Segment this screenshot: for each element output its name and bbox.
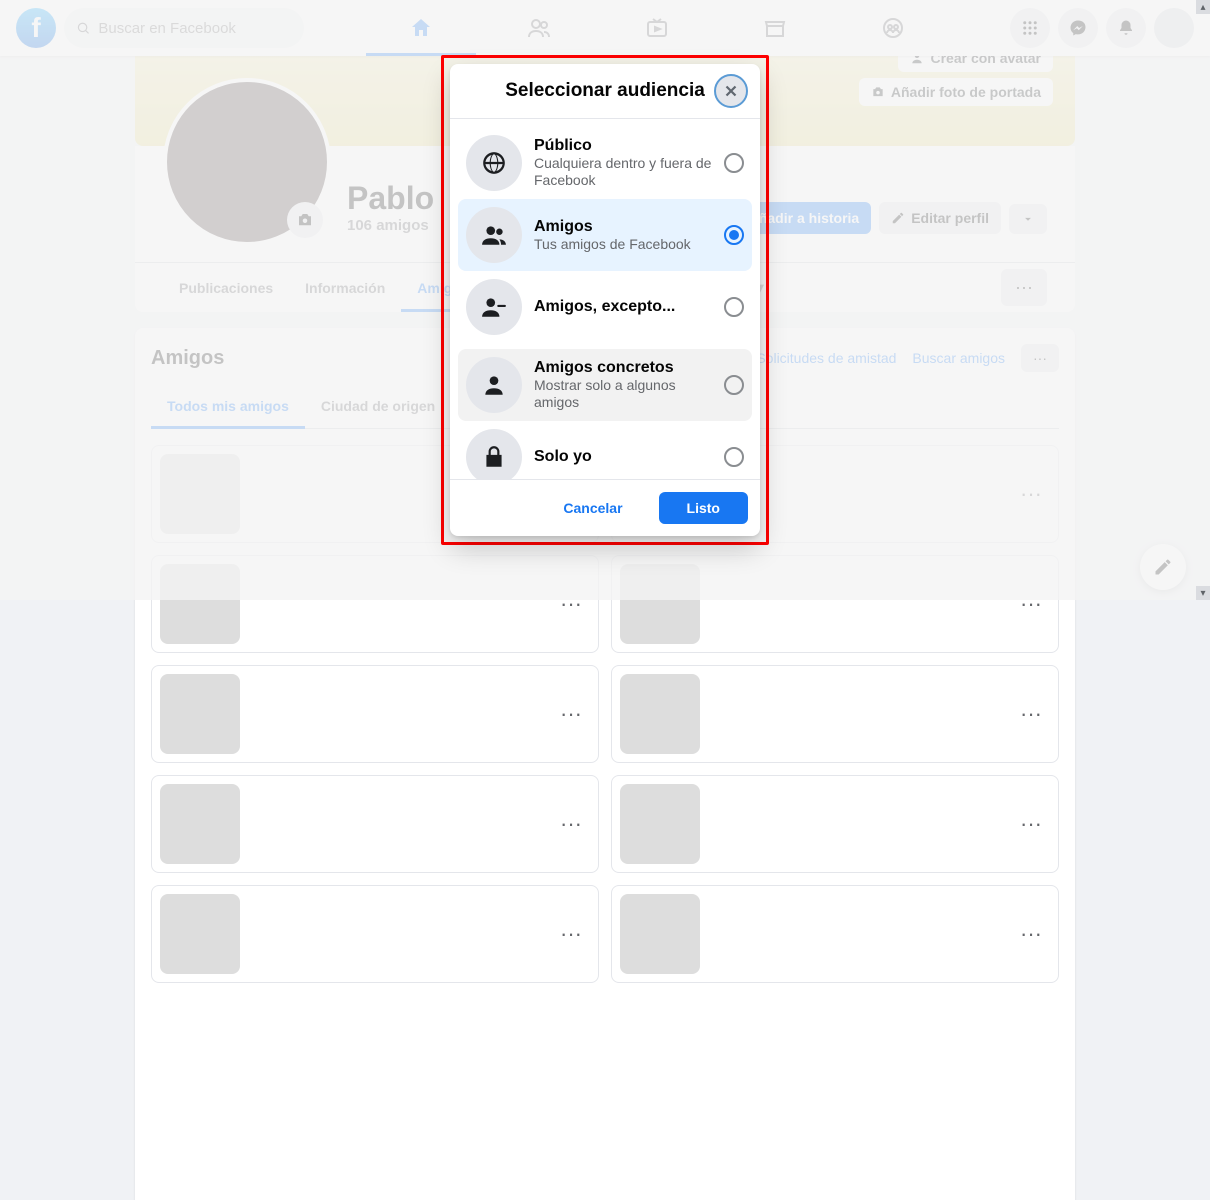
friends-except-icon — [466, 279, 522, 335]
modal-wrap: Seleccionar audiencia Público Cualquiera… — [441, 55, 769, 545]
close-icon — [722, 82, 740, 100]
option-sub: Tus amigos de Facebook — [534, 236, 712, 253]
friend-thumb — [620, 894, 700, 974]
close-button[interactable] — [714, 74, 748, 108]
option-title: Amigos concretos — [534, 359, 712, 377]
modal-header: Seleccionar audiencia — [450, 64, 760, 119]
option-title: Amigos — [534, 218, 712, 236]
friend-item[interactable]: ··· — [151, 885, 599, 983]
scroll-up-arrow[interactable]: ▴ — [1196, 0, 1210, 14]
option-title: Público — [534, 137, 712, 155]
friend-item[interactable]: ··· — [611, 885, 1059, 983]
friend-thumb — [160, 784, 240, 864]
friends-icon — [466, 207, 522, 263]
audience-option-only-me[interactable]: Solo yo — [458, 421, 752, 479]
globe-icon — [466, 135, 522, 191]
audience-option-specific[interactable]: Amigos concretos Mostrar solo a algunos … — [458, 349, 752, 421]
audience-text: Amigos concretos Mostrar solo a algunos … — [534, 359, 712, 411]
modal-body: Público Cualquiera dentro y fuera de Fac… — [450, 119, 760, 479]
radio[interactable] — [724, 375, 744, 395]
radio[interactable] — [724, 225, 744, 245]
radio[interactable] — [724, 297, 744, 317]
option-sub: Mostrar solo a algunos amigos — [534, 377, 712, 411]
friend-more-button[interactable]: ··· — [1012, 811, 1050, 837]
option-sub: Cualquiera dentro y fuera de Facebook — [534, 155, 712, 189]
audience-option-except[interactable]: Amigos, excepto... — [458, 271, 752, 343]
friend-thumb — [160, 674, 240, 754]
audience-text: Amigos Tus amigos de Facebook — [534, 218, 712, 253]
option-title: Amigos, excepto... — [534, 298, 712, 316]
specific-icon — [466, 357, 522, 413]
friend-thumb — [620, 784, 700, 864]
friend-more-button[interactable]: ··· — [1012, 701, 1050, 727]
radio[interactable] — [724, 153, 744, 173]
audience-text: Solo yo — [534, 448, 712, 466]
audience-option-friends[interactable]: Amigos Tus amigos de Facebook — [458, 199, 752, 271]
audience-modal: Seleccionar audiencia Público Cualquiera… — [450, 64, 760, 536]
friend-item[interactable]: ··· — [611, 775, 1059, 873]
friend-more-button[interactable]: ··· — [552, 701, 590, 727]
modal-title: Seleccionar audiencia — [466, 80, 744, 102]
modal-footer: Cancelar Listo — [450, 479, 760, 536]
radio[interactable] — [724, 447, 744, 467]
friend-thumb — [620, 674, 700, 754]
lock-icon — [466, 429, 522, 479]
friend-item[interactable]: ··· — [151, 775, 599, 873]
scroll-down-arrow[interactable]: ▾ — [1196, 586, 1210, 600]
friend-thumb — [160, 894, 240, 974]
cancel-button[interactable]: Cancelar — [535, 492, 650, 524]
audience-text: Público Cualquiera dentro y fuera de Fac… — [534, 137, 712, 189]
done-button[interactable]: Listo — [659, 492, 748, 524]
audience-text: Amigos, excepto... — [534, 298, 712, 316]
highlight-ring: Seleccionar audiencia Público Cualquiera… — [441, 55, 769, 545]
friend-more-button[interactable]: ··· — [1012, 921, 1050, 947]
friend-more-button[interactable]: ··· — [552, 921, 590, 947]
friend-item[interactable]: ··· — [611, 665, 1059, 763]
option-title: Solo yo — [534, 448, 712, 466]
audience-option-public[interactable]: Público Cualquiera dentro y fuera de Fac… — [458, 127, 752, 199]
friend-item[interactable]: ··· — [151, 665, 599, 763]
friend-more-button[interactable]: ··· — [552, 811, 590, 837]
